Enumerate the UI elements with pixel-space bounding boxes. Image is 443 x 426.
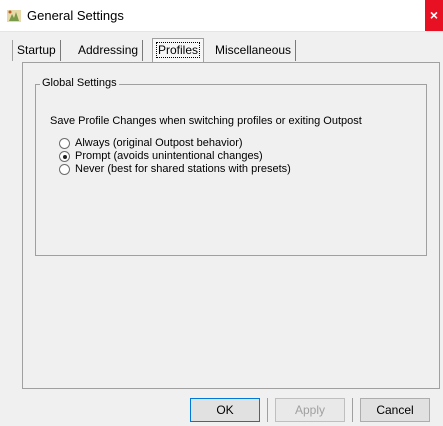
group-title: Global Settings (40, 77, 119, 89)
tab-profiles[interactable]: Profiles (152, 38, 205, 62)
general-settings-window: General Settings × Startup Addressing Pr… (0, 0, 443, 426)
tab-addressing-label: Addressing (78, 43, 139, 57)
close-icon: × (429, 7, 439, 23)
radio-never[interactable] (59, 164, 70, 175)
tab-profiles-label: Profiles (155, 42, 201, 58)
tree-app-icon (7, 10, 21, 22)
tab-addressing[interactable]: Addressing (74, 40, 144, 61)
button-separator (267, 398, 268, 422)
radio-prompt[interactable] (59, 151, 70, 162)
close-button[interactable]: × (425, 0, 443, 31)
apply-button[interactable]: Apply (275, 398, 345, 422)
cancel-button[interactable]: Cancel (360, 398, 430, 422)
tab-miscellaneous[interactable]: Miscellaneous (211, 40, 297, 61)
global-settings-group: Global Settings Save Profile Changes whe… (35, 77, 427, 256)
radio-always[interactable] (59, 138, 70, 149)
tab-miscellaneous-label: Miscellaneous (215, 43, 292, 57)
title-bar[interactable]: General Settings × (0, 0, 443, 32)
option-never-label: Never (best for shared stations with pre… (75, 163, 291, 175)
profiles-tab-panel: Global Settings Save Profile Changes whe… (22, 62, 440, 389)
option-always-label: Always (original Outpost behavior) (75, 137, 243, 149)
tab-startup[interactable]: Startup (12, 40, 61, 61)
option-prompt-label: Prompt (avoids unintentional changes) (75, 150, 263, 162)
window-title: General Settings (27, 8, 124, 23)
save-profile-prompt: Save Profile Changes when switching prof… (50, 115, 362, 127)
button-separator (352, 398, 353, 422)
tab-startup-label: Startup (17, 43, 56, 57)
ok-button[interactable]: OK (190, 398, 260, 422)
